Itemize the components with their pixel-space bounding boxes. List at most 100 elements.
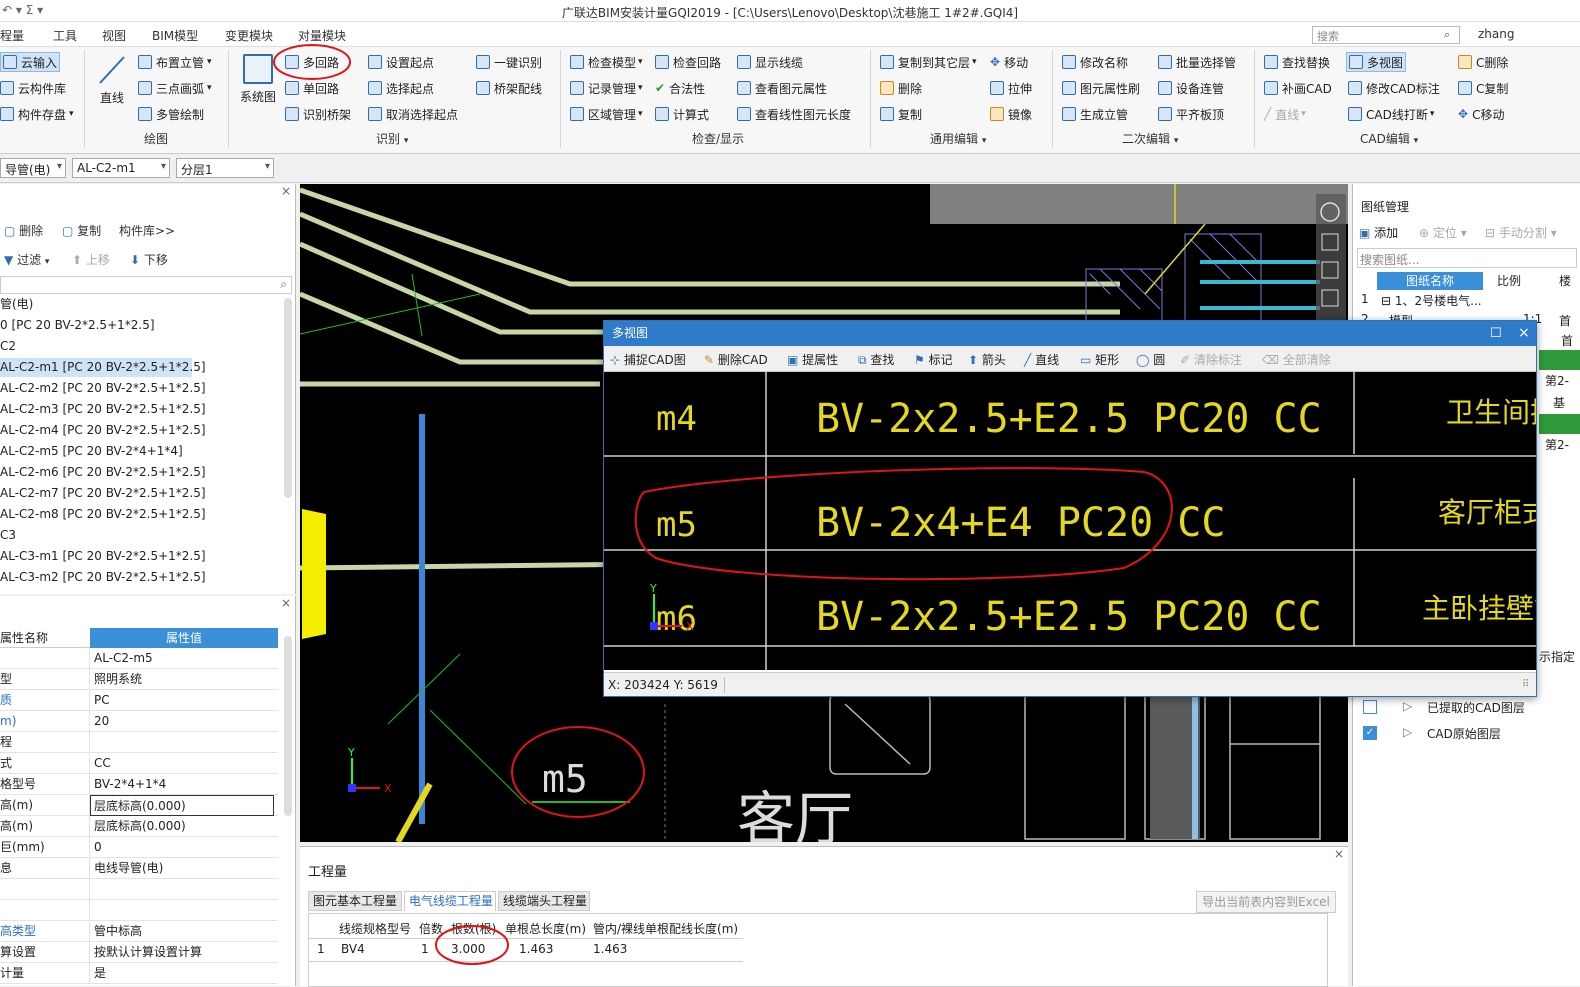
tree-item[interactable]: AL-C2-m8 [PC 20 BV-2*2.5+1*2.5] xyxy=(0,505,206,524)
tab-cable-quantity[interactable]: 电气线缆工程量 xyxy=(404,891,496,911)
locate-button[interactable]: ⊕ 定位 ▾ xyxy=(1419,224,1467,241)
view-length-button[interactable]: 查看线性图元长度 xyxy=(737,104,851,124)
rectangle-button[interactable]: ▭ 矩形 xyxy=(1080,351,1119,368)
check-loop-button[interactable]: 检查回路 xyxy=(655,52,721,72)
menu-tab-change[interactable]: 变更模块 xyxy=(225,27,273,44)
property-value[interactable] xyxy=(94,900,278,921)
align-top-button[interactable]: 平齐板顶 xyxy=(1158,104,1224,124)
close-icon[interactable]: × xyxy=(281,184,291,198)
property-row[interactable]: 巨(mm) 0 xyxy=(0,837,278,858)
mark-button[interactable]: ⚑ 标记 xyxy=(914,351,953,368)
tree-item-selected[interactable]: AL-C2-m1 [PC 20 BV-2*2.5+1*2.5] xyxy=(0,358,206,377)
property-row[interactable]: 高类型 管中标高 xyxy=(0,921,278,942)
property-row[interactable]: AL-C2-m5 xyxy=(0,648,278,669)
dialog-title-bar[interactable]: 多视图 ☐ × xyxy=(604,321,1536,346)
scrollbar[interactable] xyxy=(284,298,292,498)
property-row[interactable]: 式 CC xyxy=(0,753,278,774)
find-replace-button[interactable]: 查找替换 xyxy=(1264,52,1330,72)
menu-tab-quantity[interactable]: 程量 xyxy=(0,27,24,44)
tab-basic-quantity[interactable]: 图元基本工程量 xyxy=(308,891,402,911)
property-row[interactable]: 计量是 xyxy=(0,963,278,984)
validity-button[interactable]: ✔ 合法性 xyxy=(655,78,705,98)
property-row[interactable]: 程 xyxy=(0,732,278,753)
maximize-icon[interactable]: ☐ xyxy=(1490,321,1502,346)
property-row[interactable]: 算设置 按默认计算设置计算 xyxy=(0,942,278,963)
one-click-identify-button[interactable]: 一键识别 xyxy=(476,52,542,72)
property-value[interactable]: 0 xyxy=(94,837,278,858)
layer-select[interactable]: 分层1 xyxy=(176,158,274,178)
property-row[interactable]: 格型号 BV-2*4+1*4 xyxy=(0,774,278,795)
property-value[interactable]: 按默认计算设置计算 xyxy=(94,942,278,963)
tab-terminal-quantity[interactable]: 线缆端头工程量 xyxy=(498,891,590,911)
tree-item[interactable]: C2 xyxy=(0,337,16,356)
property-value[interactable]: 是 xyxy=(94,963,278,984)
delete-cad-button[interactable]: ✎ 删除CAD xyxy=(704,351,768,368)
c-copy-button[interactable]: C复制 xyxy=(1458,78,1508,98)
layer-checkbox-checked[interactable]: ✓ xyxy=(1363,726,1377,740)
tree-item[interactable]: AL-C2-m7 [PC 20 BV-2*2.5+1*2.5] xyxy=(0,484,206,503)
stretch-button[interactable]: 拉伸 xyxy=(990,78,1032,98)
cad-break-button[interactable]: CAD线打断 ▾ xyxy=(1348,104,1434,124)
user-name[interactable]: zhang xyxy=(1478,27,1514,41)
cloud-library-button[interactable]: 云构件库 xyxy=(0,78,66,98)
expand-icon[interactable]: ▷ xyxy=(1403,725,1412,739)
export-excel-button[interactable]: 导出当前表内容到Excel xyxy=(1196,891,1336,913)
move-down-button[interactable]: ⬇ 下移 xyxy=(130,251,168,268)
menu-tab-bim[interactable]: BIM模型 xyxy=(152,27,198,44)
save-component-button[interactable]: 构件存盘 ▾ xyxy=(0,104,74,124)
tree-item[interactable]: 管(电) xyxy=(0,295,33,314)
generate-riser-button[interactable]: 生成立管 xyxy=(1062,104,1128,124)
add-drawing-button[interactable]: ▣ 添加 xyxy=(1359,224,1398,241)
search-icon[interactable]: ⌕ xyxy=(280,277,287,292)
property-value[interactable] xyxy=(94,879,278,900)
property-value[interactable]: BV-2*4+1*4 xyxy=(94,774,278,795)
place-riser-button[interactable]: 布置立管 ▾ xyxy=(138,52,212,72)
c-move-button[interactable]: ✥ C移动 xyxy=(1458,104,1504,124)
copy-button[interactable]: 复制 xyxy=(880,104,922,124)
tree-item[interactable]: AL-C2-m6 [PC 20 BV-2*2.5+1*2.5] xyxy=(0,463,206,482)
mirror-button[interactable]: 镜像 xyxy=(990,104,1032,124)
property-row[interactable] xyxy=(0,900,278,921)
group-label-edit2[interactable]: 二次编辑 ▾ xyxy=(1122,130,1178,147)
line-button[interactable]: 直线 xyxy=(94,54,130,106)
tree-item[interactable]: AL-C2-m5 [PC 20 BV-2*4+1*4] xyxy=(0,442,183,461)
cad-line-button[interactable]: ╱ 直线 ▾ xyxy=(1264,104,1306,124)
manual-split-button[interactable]: ⊟ 手动分割 ▾ xyxy=(1485,224,1557,241)
multi-view-button[interactable]: 多视图 xyxy=(1346,52,1407,72)
tree-item[interactable]: AL-C2-m4 [PC 20 BV-2*2.5+1*2.5] xyxy=(0,421,206,440)
tree-item[interactable]: AL-C3-m1 [PC 20 BV-2*2.5+1*2.5] xyxy=(0,547,206,566)
view-properties-button[interactable]: 查看图元属性 xyxy=(737,78,827,98)
group-label-cad[interactable]: CAD编辑 ▾ xyxy=(1360,130,1418,147)
property-row[interactable]: 高(m) 层底标高(0.000) xyxy=(0,795,278,816)
property-row[interactable] xyxy=(0,879,278,900)
property-value[interactable]: PC xyxy=(94,690,278,711)
property-value[interactable]: 层底标高(0.000) xyxy=(94,816,278,837)
record-management-button[interactable]: 记录管理 ▾ xyxy=(570,78,643,98)
cloud-input-button[interactable]: 云输入 xyxy=(0,52,60,72)
move-up-button[interactable]: ⬆ 上移 xyxy=(72,251,110,268)
draw-cad-button[interactable]: 补画CAD xyxy=(1264,78,1332,98)
modify-cad-label-button[interactable]: 修改CAD标注 xyxy=(1348,78,1440,98)
table-row[interactable]: 1 BV4 1 3.000 1.463 1.463 xyxy=(309,938,743,962)
select-start-button[interactable]: 选择起点 xyxy=(368,78,434,98)
close-icon[interactable]: × xyxy=(1334,847,1344,861)
expand-icon[interactable]: ▷ xyxy=(1403,699,1412,713)
cancel-start-button[interactable]: 取消选择起点 xyxy=(368,104,458,124)
group-label-edit[interactable]: 通用编辑 ▾ xyxy=(930,130,986,147)
property-value[interactable]: 20 xyxy=(94,711,278,732)
close-icon[interactable]: × xyxy=(1518,321,1530,346)
group-label-identify[interactable]: 识别 ▾ xyxy=(376,130,408,147)
identify-tray-button[interactable]: 识别桥架 xyxy=(285,104,351,124)
close-icon[interactable]: × xyxy=(281,596,291,610)
batch-select-button[interactable]: 批量选择管 xyxy=(1158,52,1236,72)
type-select[interactable]: 导管(电) xyxy=(0,158,66,178)
search-input[interactable]: 搜索 xyxy=(1312,26,1460,44)
multi-pipe-draw-button[interactable]: 多管绘制 xyxy=(138,104,204,124)
drawing-search-input[interactable]: 搜索图纸... xyxy=(1357,248,1577,268)
property-row[interactable]: m) 20 xyxy=(0,711,278,732)
menu-tab-tools[interactable]: 工具 xyxy=(53,27,77,44)
menu-tab-view[interactable]: 视图 xyxy=(102,27,126,44)
tray-wiring-button[interactable]: 桥架配线 xyxy=(476,78,542,98)
rename-button[interactable]: 修改名称 xyxy=(1062,52,1128,72)
property-value[interactable]: 管中标高 xyxy=(94,921,278,942)
